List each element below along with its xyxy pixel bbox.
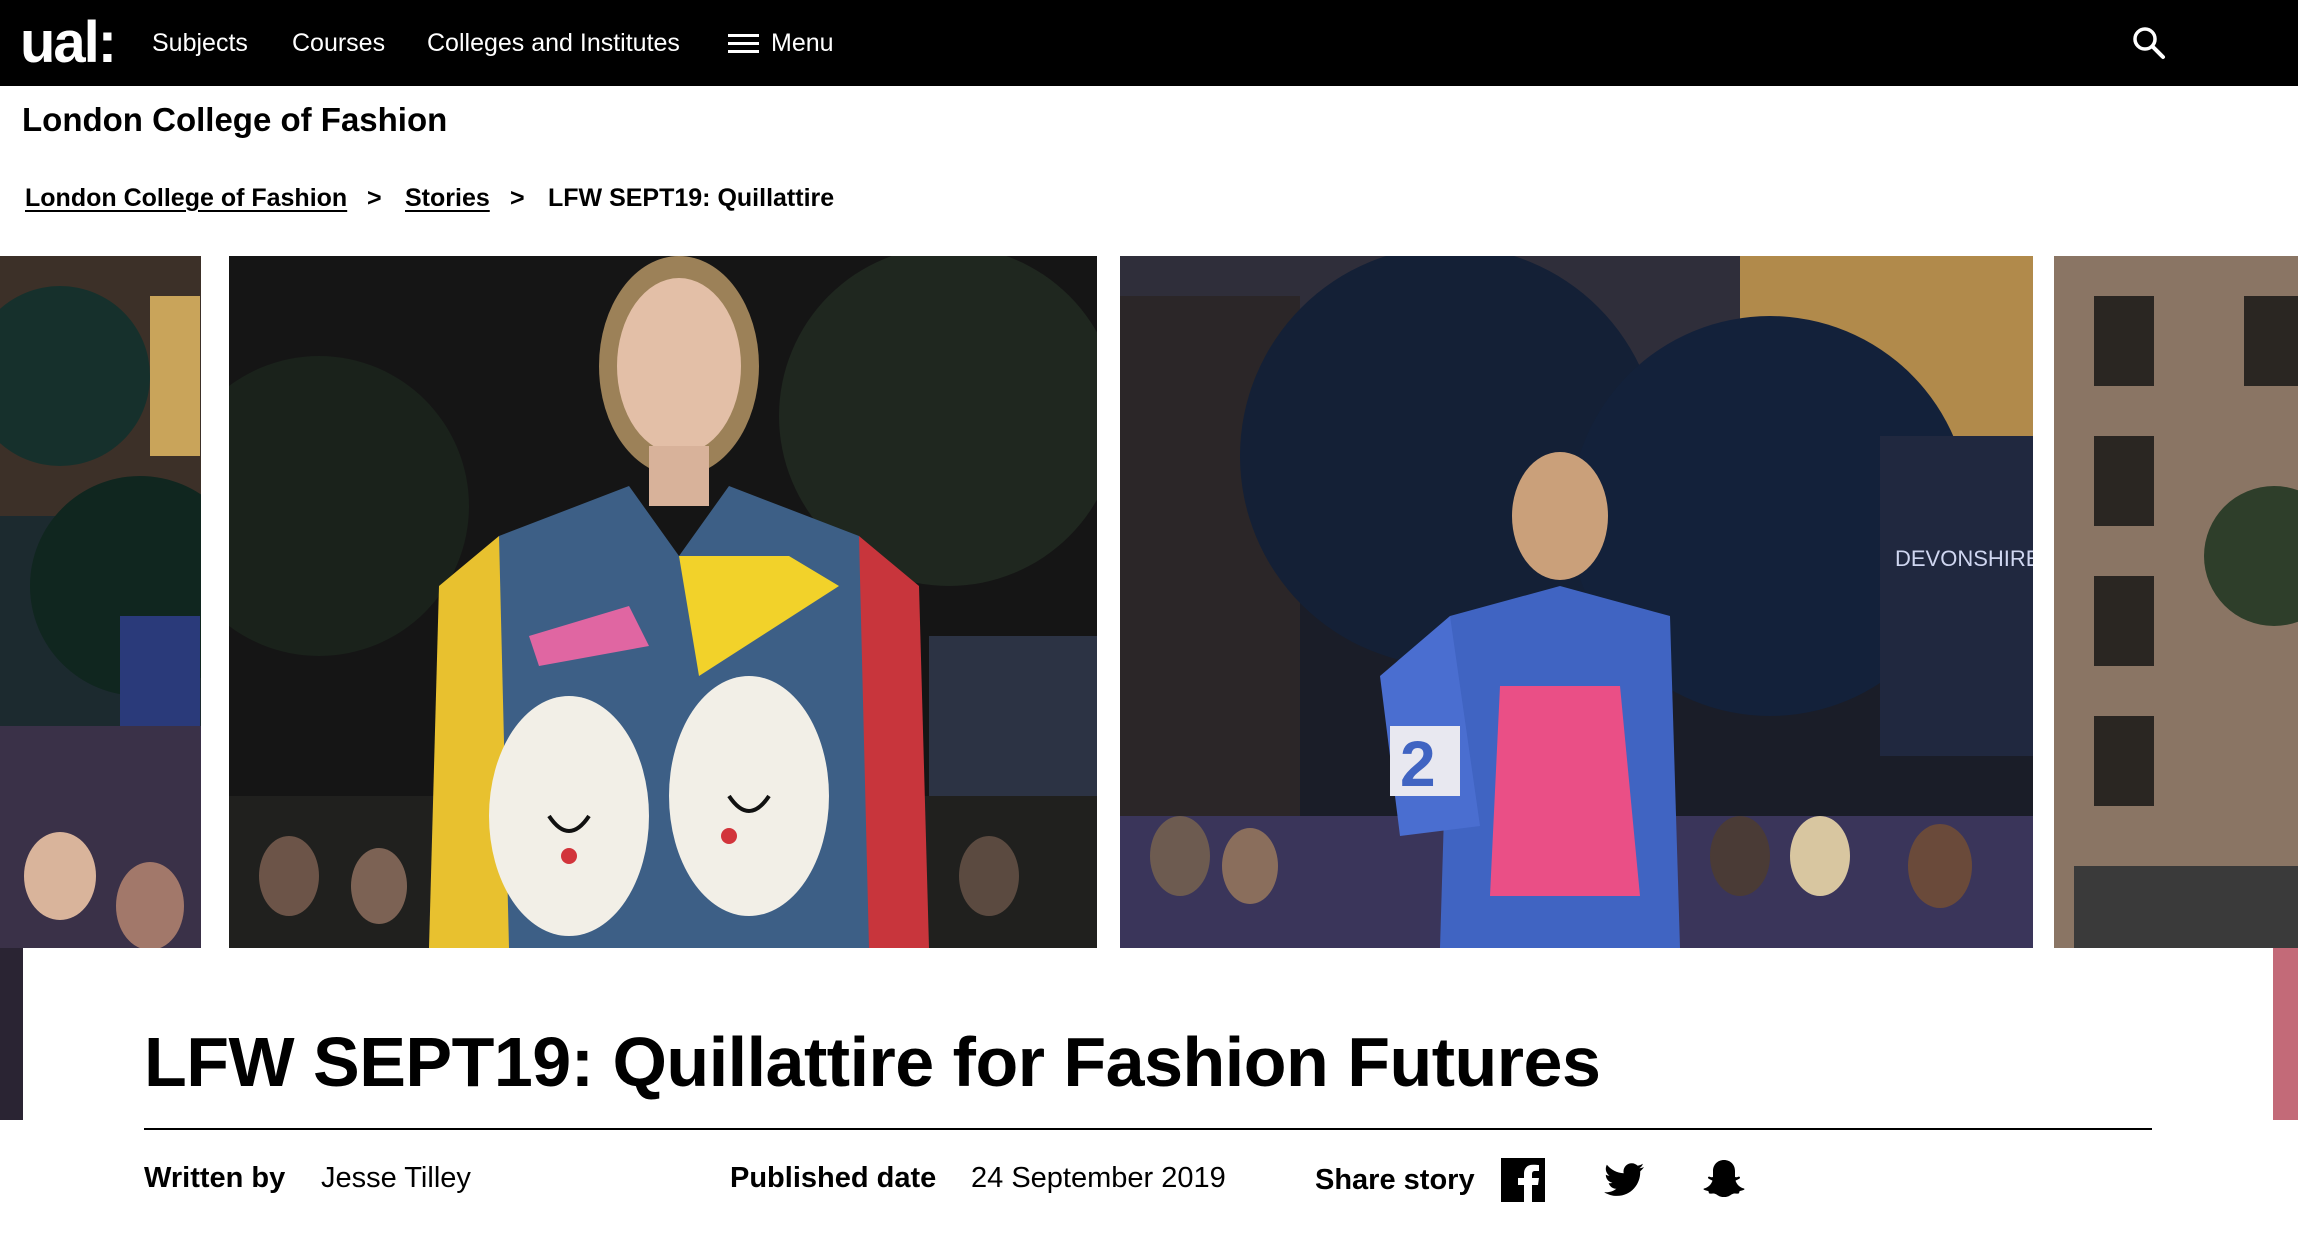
written-by-label: Written by [144,1162,286,1194]
college-title[interactable]: London College of Fashion [22,100,447,140]
nav-link-courses[interactable]: Courses [292,27,385,59]
published-date-value: 24 September 2019 [971,1162,1226,1194]
author-name: Jesse Tilley [321,1162,471,1194]
gallery-edge-left [0,948,23,1120]
published-date-label: Published date [730,1162,937,1194]
runway-photo: DEVONSHIRE 2 [1120,256,2033,948]
breadcrumb-separator: > [510,184,525,212]
gallery-photo-left-partial[interactable] [0,256,201,948]
gallery-edge-right [2273,948,2298,1120]
svg-text:DEVONSHIRE: DEVONSHIRE [1895,546,2033,571]
twitter-icon[interactable] [1600,1156,1648,1204]
breadcrumb-separator: > [367,184,382,212]
snapchat-icon[interactable] [1700,1156,1748,1204]
share-story-label: Share story [1315,1164,1475,1196]
search-icon[interactable] [2132,26,2166,60]
facebook-icon[interactable] [1499,1156,1547,1204]
breadcrumb-current: LFW SEPT19: Quillattire [548,184,835,212]
hamburger-icon [728,34,759,54]
runway-photo [229,256,1097,948]
building-photo [2054,256,2298,948]
top-navigation-bar: ual: Subjects Courses Colleges and Insti… [0,0,2298,86]
article-header-card: LFW SEPT19: Quillattire for Fashion Futu… [23,948,2273,1248]
article-title: LFW SEPT19: Quillattire for Fashion Futu… [144,1023,1601,1101]
runway-photo [0,256,201,948]
menu-label: Menu [771,29,834,57]
breadcrumb-link-stories[interactable]: Stories [405,182,490,214]
breadcrumb-link-college[interactable]: London College of Fashion [25,182,347,214]
gallery-photo-right-partial[interactable] [2054,256,2298,948]
gallery-photo-jersey[interactable]: DEVONSHIRE 2 [1120,256,2033,948]
svg-text:2: 2 [1400,728,1436,800]
ual-logo[interactable]: ual: [20,8,117,78]
nav-link-subjects[interactable]: Subjects [152,27,248,59]
nav-link-colleges-and-institutes[interactable]: Colleges and Institutes [427,27,680,59]
gallery-photo-denim-jacket[interactable] [229,256,1097,948]
title-divider [144,1128,2152,1130]
